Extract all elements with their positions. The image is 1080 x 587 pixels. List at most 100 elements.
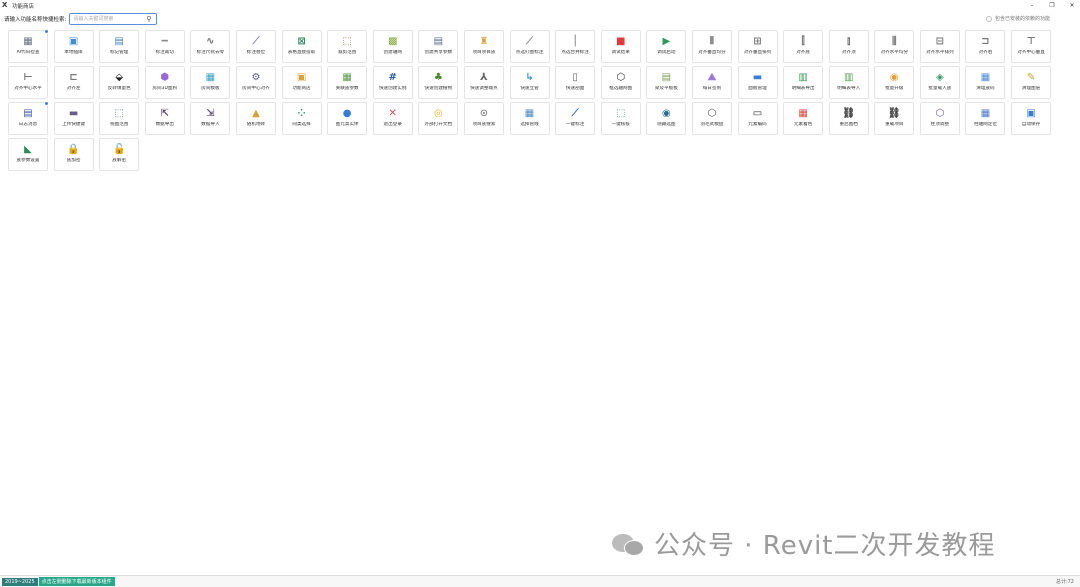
function-tile[interactable]: ♣ 快速创建植物	[418, 66, 459, 99]
function-tile[interactable]: ● 图元高实体	[327, 102, 368, 135]
function-tile[interactable]: ⫿ 对齐底	[783, 30, 824, 63]
function-tile[interactable]: ▦ 柱轴网定位	[965, 102, 1006, 135]
function-tile[interactable]: ⬡ 框选轴网图	[600, 66, 641, 99]
function-tile[interactable]: ⫾ 对齐顶	[828, 30, 869, 63]
search-box[interactable]: ⚲	[69, 13, 158, 25]
batch-upgrade-icon: ◉	[889, 72, 899, 83]
function-tile[interactable]: ♜ 项目项目族	[463, 30, 504, 63]
function-tile[interactable]: ⛰ 每日签到	[691, 66, 732, 99]
search-input[interactable]	[70, 14, 147, 24]
function-tile[interactable]: ▤ 创建共享参数	[418, 30, 459, 63]
function-tile[interactable]: ⬚ 裁剪范围	[327, 30, 368, 63]
update-link[interactable]: 点击左侧删除下载最新版本组件	[38, 577, 115, 586]
function-tile[interactable]: ▦ 关联族参数	[327, 66, 368, 99]
view-range-icon: ⬚	[114, 108, 124, 119]
function-tile[interactable]: 🔒 族加密	[53, 138, 94, 171]
function-tile[interactable]: ⇲ 数据导入	[190, 102, 231, 135]
function-tile[interactable]: ◎ 外部打开文档	[418, 102, 459, 135]
function-tile[interactable]: ▦ AI代码检查	[8, 29, 49, 63]
minimize-button[interactable]: –	[1028, 0, 1036, 11]
crop-range-icon: ⬚	[342, 36, 352, 47]
function-tile[interactable]: ⟋ 标注替位	[235, 30, 276, 63]
function-tile[interactable]: ▣ 功能商店	[281, 66, 322, 99]
align-center-vertical-icon: ⊤	[1026, 36, 1036, 47]
function-tile[interactable]: ∿ 标注尺式去零	[190, 30, 231, 63]
panel-manage-icon: ▬	[752, 72, 763, 83]
function-tile-label: 同类选择	[292, 122, 311, 127]
maximize-button[interactable]: ❐	[1048, 0, 1056, 11]
function-tile[interactable]: ⬡ 柱顶调整	[919, 102, 960, 135]
function-tile[interactable]: ⟋ 一键标注	[555, 102, 596, 135]
title-bar: X 功能商店 – ❐ ✕	[0, 0, 1080, 11]
function-tile[interactable]: ◉ 隐藏选图	[646, 102, 687, 135]
function-tile[interactable]: ━ 标注裁切	[144, 30, 185, 63]
function-tile[interactable]: ⊙ 项目族搜索	[463, 102, 504, 135]
function-tile[interactable]: ▬ 面板管理	[737, 66, 778, 99]
function-tile[interactable]: ▲ 随机地砖	[235, 102, 276, 135]
function-tile[interactable]: ▤ 梁及平板板	[646, 66, 687, 99]
function-tile[interactable]: ◉ 批量升级	[874, 66, 915, 99]
function-tile[interactable]: ▯ 快速剖面	[555, 66, 596, 99]
function-tile[interactable]: ⬙ 反转填量色	[99, 66, 140, 99]
function-tile[interactable]: │ 点选合并标注	[555, 30, 596, 63]
function-tile[interactable]: ⊠ 表格直接提取	[281, 30, 322, 63]
function-tile[interactable]: ▤ 日志消息	[8, 101, 49, 135]
function-tile-label: 关联族参数	[335, 86, 359, 91]
function-tile[interactable]: ⫼ 对齐水平均分	[874, 30, 915, 63]
logout-icon: ✕	[388, 108, 397, 119]
function-tile[interactable]: ⫴ 对齐垂直均分	[691, 30, 732, 63]
function-tile[interactable]: ⬚ 一键核核	[600, 102, 641, 135]
include-installed-label: 包含已安装的依赖的功能	[994, 16, 1050, 22]
function-tile[interactable]: ▦ 房间模板	[190, 66, 231, 99]
close-button[interactable]: ✕	[1068, 0, 1076, 11]
function-tile[interactable]: ⊏ 对齐左	[53, 66, 94, 99]
function-tile[interactable]: ▭ 元素编码	[737, 102, 778, 135]
function-tile[interactable]: ⛓ 重载项目	[874, 102, 915, 135]
function-tile[interactable]: 🔓 族解密	[99, 138, 140, 171]
function-tile[interactable]: ⛓ 重启图档	[828, 102, 869, 135]
function-tile[interactable]: ▥ 明细表导出	[783, 66, 824, 99]
function-tile[interactable]: ⇱ 数据导出	[144, 102, 185, 135]
function-tile[interactable]: ◣ 族参数设置	[8, 138, 48, 171]
function-tile[interactable]: ⬡ 羽毛式模盘	[691, 102, 732, 135]
function-tile[interactable]: ✕ 退出登录	[372, 102, 413, 135]
function-tile[interactable]: ▦ 选择管线	[509, 102, 550, 135]
function-tile-label: 标注替位	[246, 50, 266, 55]
function-tile[interactable]: ◈ 批量载入族	[919, 66, 960, 99]
function-tile[interactable]: ⟋ 点选钉图标注	[509, 30, 550, 63]
function-tile[interactable]: ▦ 清理族码	[965, 66, 1006, 99]
function-tile[interactable]: ⊞ 对齐垂直排列	[737, 30, 778, 63]
function-tile[interactable]: ✎ 清理图层	[1011, 66, 1052, 99]
function-tile-label: 快速调整端点	[470, 86, 498, 91]
window-title: 功能商店	[12, 3, 35, 10]
include-installed-toggle[interactable]: 包含已安装的依赖的功能	[985, 15, 1050, 22]
function-tile[interactable]: ⊤ 对齐中心垂直	[1011, 30, 1052, 63]
function-tile[interactable]: ▣ 自动保存	[1011, 102, 1052, 135]
schedule-export-icon: ▥	[798, 72, 808, 83]
function-tile[interactable]: ⊢ 对齐中心水平	[8, 66, 48, 99]
function-store-window: X 功能商店 – ❐ ✕ 请输入功能名称快捷检索: ⚲ 包含已安装的依赖的功能 …	[0, 0, 1080, 587]
function-tile[interactable]: ⊐ 对齐右	[965, 30, 1006, 63]
function-tile[interactable]: ↳ 快速立管	[509, 66, 550, 99]
function-tile[interactable]: ⊟ 对齐水平排列	[919, 30, 960, 63]
room-template-icon: ▦	[205, 72, 216, 83]
function-tile[interactable]: ▩ 创建轴网	[372, 30, 413, 63]
function-tile[interactable]: ▦ 元素着色	[783, 102, 824, 135]
function-tile-label: 明细表导出	[791, 86, 815, 91]
search-icon[interactable]: ⚲	[146, 15, 154, 23]
function-tile[interactable]: ▬ 上传快捷键	[53, 102, 94, 135]
function-tile-label: 重启图档	[839, 122, 858, 127]
function-tile[interactable]: ⬚ 视图范围	[99, 102, 140, 135]
function-tile[interactable]: ⁘ 同类选择	[281, 102, 322, 135]
function-tile[interactable]: ▣ 本地插库	[53, 30, 94, 63]
function-tile[interactable]: ▶ 调试启动	[646, 30, 687, 63]
function-tile[interactable]: ▤ 标记管理	[99, 30, 140, 63]
include-installed-checkbox[interactable]	[985, 15, 992, 22]
function-tile[interactable]: ■ 调试结果	[600, 30, 641, 63]
function-tile[interactable]: ⬢ 房间3D面积	[144, 66, 185, 99]
function-tile[interactable]: ⅄ 快速调整端点	[463, 66, 504, 99]
quick-plant-icon: ♣	[433, 72, 443, 83]
function-tile[interactable]: # 快速创建实例	[372, 66, 413, 99]
function-tile[interactable]: ⚙ 房间中心对齐	[235, 66, 276, 99]
function-tile[interactable]: ▥ 明细表导入	[828, 66, 869, 99]
